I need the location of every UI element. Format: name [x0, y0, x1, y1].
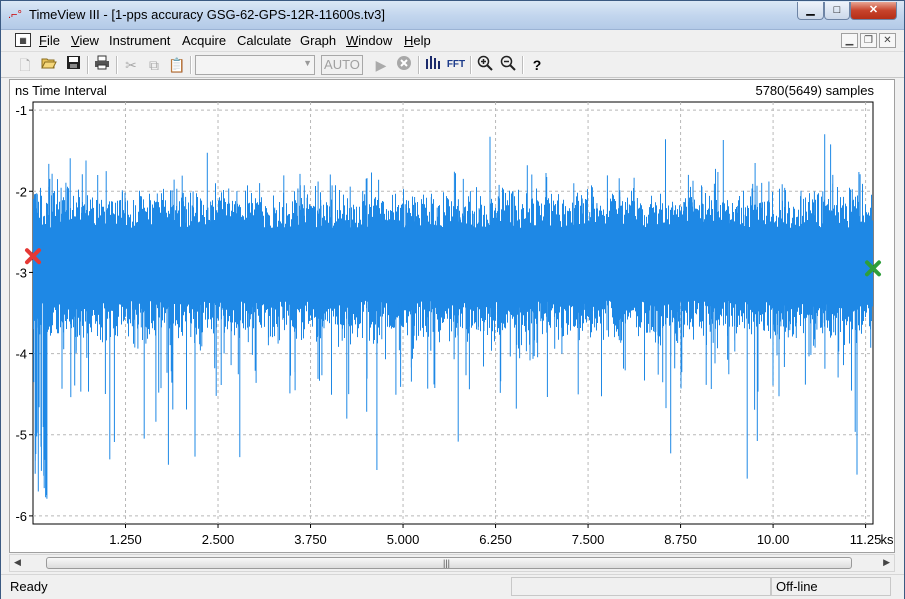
toolbar-separator	[190, 56, 192, 74]
menu-acquire[interactable]: Acquire	[182, 33, 226, 48]
x-tick-label: 7.500	[572, 532, 605, 547]
y-tick-label: -4	[15, 347, 27, 362]
y-tick-label: -3	[15, 265, 27, 280]
toolbar-separator	[87, 56, 89, 74]
toolbar-separator	[522, 56, 524, 74]
paste-icon[interactable]: 📋	[167, 55, 187, 75]
menu-view[interactable]: View	[71, 33, 99, 48]
minimize-icon: ▁	[806, 4, 815, 16]
status-ready: Ready	[10, 579, 48, 594]
scroll-thumb[interactable]: |||	[46, 557, 852, 569]
open-folder-icon[interactable]	[39, 55, 59, 75]
instrument-select[interactable]: ▼	[195, 55, 315, 75]
minimize-button[interactable]: ▁	[797, 2, 824, 20]
chevron-down-icon: ▼	[303, 58, 312, 68]
zoom-in-icon[interactable]	[475, 55, 495, 75]
y-tick-label: -2	[15, 184, 27, 199]
app-window: .⌐° TimeView III - [1-pps accuracy GSG-6…	[0, 0, 905, 599]
x-tick-label: 5.000	[387, 532, 420, 547]
x-tick-label: 10.00	[757, 532, 790, 547]
menu-help[interactable]: Help	[404, 33, 431, 48]
y-tick-label: -1	[15, 103, 27, 118]
scroll-right-icon[interactable]: ▶	[883, 557, 890, 568]
scroll-left-icon[interactable]: ◀	[14, 557, 21, 568]
x-tick-label: 3.750	[294, 532, 327, 547]
toolbar-separator	[470, 56, 472, 74]
menu-instrument[interactable]: Instrument	[109, 33, 170, 48]
fft-icon[interactable]: FFT	[446, 55, 466, 75]
status-pane	[511, 577, 771, 596]
help-icon[interactable]: ?	[527, 55, 547, 75]
histogram-icon[interactable]	[423, 55, 443, 75]
mdi-close-button[interactable]: ✕	[879, 33, 896, 48]
plot-panel[interactable]: ns Time Interval 5780(5649) samples -1 -2…	[9, 79, 895, 553]
menu-calculate[interactable]: Calculate	[237, 33, 291, 48]
close-icon: ✕	[883, 35, 892, 46]
menu-graph[interactable]: Graph	[300, 33, 336, 48]
window-title: TimeView III - [1-pps accuracy GSG-62-GP…	[29, 7, 385, 22]
save-icon[interactable]	[63, 55, 83, 75]
maximize-button[interactable]: □	[824, 2, 850, 20]
toolbar: 🗋 ✂ ⧉ 📋 ▼ AUTO ▶ FFT ?	[1, 51, 904, 78]
x-tick-label: 6.250	[479, 532, 512, 547]
mdi-minimize-button[interactable]: ▁	[841, 33, 858, 48]
status-mode: Off-line	[776, 579, 818, 594]
menu-file[interactable]: File	[39, 33, 60, 48]
print-icon[interactable]	[92, 55, 112, 75]
grip-icon: |||	[443, 558, 451, 568]
close-button[interactable]: ✕	[850, 2, 897, 20]
x-tick-label: 8.750	[664, 532, 697, 547]
y-tick-label: -5	[15, 428, 27, 443]
toolbar-separator	[116, 56, 118, 74]
toolbar-separator	[418, 56, 420, 74]
menu-bar: ▦ File View Instrument Acquire Calculate…	[1, 30, 904, 51]
status-bar: Ready Off-line	[1, 574, 904, 599]
play-icon[interactable]: ▶	[371, 55, 391, 75]
auto-button[interactable]: AUTO	[321, 55, 363, 75]
cut-icon[interactable]: ✂	[121, 55, 141, 75]
title-bar[interactable]: .⌐° TimeView III - [1-pps accuracy GSG-6…	[1, 1, 904, 30]
document-system-menu-icon[interactable]: ▦	[15, 33, 31, 47]
stop-icon[interactable]	[394, 55, 414, 75]
restore-icon: ❐	[864, 35, 873, 46]
horizontal-scrollbar[interactable]: ◀ ||| ▶	[9, 554, 895, 572]
copy-icon[interactable]: ⧉	[144, 55, 164, 75]
new-file-icon[interactable]: 🗋	[15, 55, 35, 75]
x-tick-label: 11.25	[850, 532, 882, 547]
close-icon: ✕	[868, 4, 879, 16]
zoom-out-icon[interactable]	[498, 55, 518, 75]
minimize-icon: ▁	[845, 35, 854, 46]
menu-window[interactable]: Window	[346, 33, 392, 48]
time-interval-chart[interactable]: -1 -2 -3 -4 -5 -6 1.250 2.500 3.750 5.000 6.250 7.5…	[10, 80, 894, 552]
x-tick-label: 1.250	[109, 532, 142, 547]
x-unit-label: ks	[881, 532, 895, 547]
y-tick-label: -6	[15, 509, 27, 524]
x-tick-label: 2.500	[202, 532, 235, 547]
maximize-icon: □	[833, 4, 841, 16]
mdi-restore-button[interactable]: ❐	[860, 33, 877, 48]
app-logo-icon: .⌐°	[8, 9, 22, 21]
